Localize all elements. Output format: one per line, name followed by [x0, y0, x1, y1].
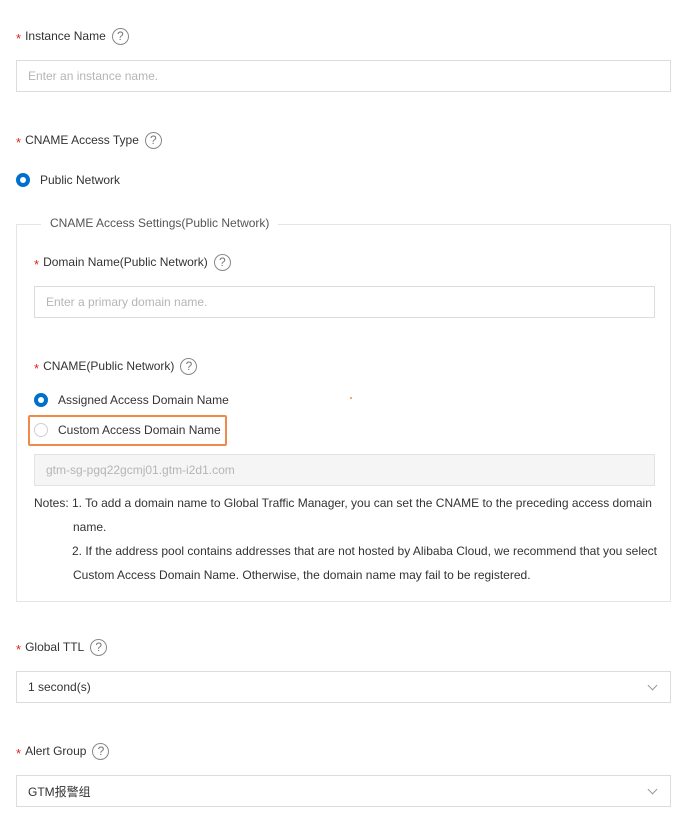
chevron-down-icon — [647, 681, 659, 693]
notes-line: name. — [73, 520, 107, 534]
notes-line: Custom Access Domain Name. Otherwise, th… — [73, 568, 531, 582]
notes-line: 2. If the address pool contains addresse… — [72, 544, 658, 558]
radio-label: Public Network — [40, 173, 121, 187]
instance-name-label: Instance Name — [25, 29, 106, 43]
highlight-box — [28, 415, 227, 446]
notes-line: 1. To add a domain name to Global Traffi… — [72, 496, 652, 510]
question-circle-icon[interactable]: ? — [92, 742, 110, 760]
cname-label-row: * CNAME(Public Network) ? — [34, 355, 198, 377]
radio-public-network[interactable]: Public Network — [16, 170, 120, 190]
notes-prefix: Notes: — [34, 496, 69, 510]
question-circle-icon[interactable]: ? — [111, 27, 129, 45]
question-circle-icon[interactable]: ? — [144, 131, 162, 149]
required-asterisk: * — [34, 360, 40, 376]
required-asterisk: * — [16, 745, 22, 761]
question-circle-icon[interactable]: ? — [90, 638, 108, 656]
cname-label: CNAME(Public Network) — [43, 359, 175, 373]
alert-group-label-row: * Alert Group ? — [16, 740, 110, 762]
radio-assigned-access-domain[interactable]: Assigned Access Domain Name — [34, 390, 229, 410]
required-asterisk: * — [34, 256, 40, 272]
global-ttl-label: Global TTL — [25, 640, 85, 654]
cname-access-type-label: CNAME Access Type — [25, 133, 139, 147]
global-ttl-select[interactable]: 1 second(s) — [16, 671, 671, 703]
required-asterisk: * — [16, 30, 22, 46]
marker-dot — [350, 397, 352, 399]
cname-access-settings-fieldset: CNAME Access Settings(Public Network) * … — [16, 216, 671, 602]
global-ttl-label-row: * Global TTL ? — [16, 636, 108, 658]
required-asterisk: * — [16, 641, 22, 657]
alert-group-select[interactable]: GTM报警组 — [16, 775, 671, 807]
cname-access-type-label-row: * CNAME Access Type ? — [16, 129, 162, 151]
notes-block: Notes: 1. To add a domain name to Global… — [34, 491, 658, 587]
fieldset-legend: CNAME Access Settings(Public Network) — [41, 216, 279, 230]
domain-name-input[interactable] — [34, 286, 655, 318]
instance-name-input[interactable] — [16, 60, 671, 92]
radio-button[interactable] — [16, 173, 30, 187]
radio-label: Assigned Access Domain Name — [58, 393, 229, 407]
question-circle-icon[interactable]: ? — [180, 357, 198, 375]
alert-group-value: GTM报警组 — [28, 784, 91, 799]
question-circle-icon[interactable]: ? — [213, 253, 231, 271]
domain-name-label-row: * Domain Name(Public Network) ? — [34, 251, 231, 273]
notes-body: 1. To add a domain name to Global Traffi… — [72, 491, 658, 587]
required-asterisk: * — [16, 134, 22, 150]
alert-group-label: Alert Group — [25, 744, 87, 758]
chevron-down-icon — [647, 785, 659, 797]
global-ttl-value: 1 second(s) — [28, 680, 91, 694]
radio-button[interactable] — [34, 393, 48, 407]
assigned-domain-input — [34, 454, 655, 486]
domain-name-label: Domain Name(Public Network) — [43, 255, 208, 269]
instance-name-label-row: * Instance Name ? — [16, 25, 129, 47]
